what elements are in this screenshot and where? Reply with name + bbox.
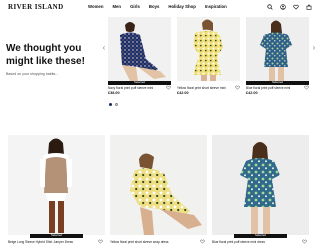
wishlist-heart-icon[interactable] [302, 239, 307, 244]
nav-item-boys[interactable]: Boys [149, 4, 160, 9]
product-image[interactable] [246, 17, 309, 81]
wishlist-heart-icon[interactable] [98, 239, 103, 244]
header-icons [267, 4, 312, 10]
product-image[interactable] [177, 17, 240, 81]
product-name[interactable]: Beige Long Sleeve Hybrid Shirt Jumper Dr… [8, 240, 73, 244]
search-icon[interactable] [267, 4, 273, 10]
carousel-next-button[interactable]: › [311, 44, 317, 52]
nav-item-men[interactable]: Men [112, 4, 121, 9]
product-card[interactable]: Selected Blue floral print puff sleeve m… [212, 135, 309, 244]
product-name[interactable]: Yellow floral print short sleeve wrap dr… [110, 240, 169, 244]
product-image[interactable] [8, 135, 105, 235]
recommendation-card[interactable]: Selected Blue floral print puff sleeve m… [246, 17, 309, 95]
product-badge: Selected [108, 80, 171, 85]
brand-logo[interactable]: RIVER ISLAND [8, 3, 64, 11]
product-badge: Selected [234, 233, 287, 238]
product-image[interactable] [110, 135, 207, 235]
carousel-dot[interactable] [115, 103, 118, 106]
product-name[interactable]: Blue floral print puff sleeve mini [246, 86, 300, 90]
product-badge: Selected [30, 233, 83, 238]
recommendation-card[interactable]: Selected Navy floral print puff sleeve m… [108, 17, 171, 95]
carousel-pagination [109, 103, 118, 106]
recommendation-card[interactable]: Yellow floral print short sleeve mini £4… [177, 17, 240, 95]
site-header: RIVER ISLAND Women Men Girls Boys Holida… [0, 0, 320, 15]
carousel-dot[interactable] [109, 103, 112, 106]
wishlist-heart-icon[interactable] [235, 85, 240, 90]
product-image[interactable] [108, 17, 171, 81]
wishlist-heart-icon[interactable] [166, 85, 171, 90]
product-badge: Selected [246, 80, 309, 85]
product-name[interactable]: Navy floral print puff sleeve mini [108, 86, 162, 90]
product-image[interactable] [212, 135, 309, 235]
wishlist-heart-icon[interactable] [200, 239, 205, 244]
account-icon[interactable] [280, 4, 286, 10]
nav-item-holiday-shop[interactable]: Holiday Shop [168, 4, 195, 9]
heart-icon[interactable] [293, 4, 299, 10]
product-price: £42.00 [246, 91, 258, 95]
product-price: £42.00 [177, 91, 189, 95]
product-name[interactable]: Yellow floral print short sleeve mini [177, 86, 231, 90]
main-nav: Women Men Girls Boys Holiday Shop Inspir… [88, 4, 227, 9]
product-card[interactable]: Selected Beige Long Sleeve Hybrid Shirt … [8, 135, 105, 244]
wishlist-heart-icon[interactable] [304, 85, 309, 90]
product-name[interactable]: Blue floral print puff sleeve mini dress [212, 240, 265, 244]
nav-item-women[interactable]: Women [88, 4, 103, 9]
recommendations-title: We thought you might like these! [6, 43, 85, 67]
carousel-prev-button[interactable]: ‹ [101, 44, 107, 52]
recommendations-subtitle: Based on your shopping habits... [6, 72, 59, 76]
nav-item-girls[interactable]: Girls [130, 4, 140, 9]
product-card[interactable]: Yellow floral print short sleeve wrap dr… [110, 135, 207, 244]
nav-item-inspiration[interactable]: Inspiration [205, 4, 227, 9]
bag-icon[interactable] [306, 4, 312, 10]
product-price: £38.00 [108, 91, 120, 95]
